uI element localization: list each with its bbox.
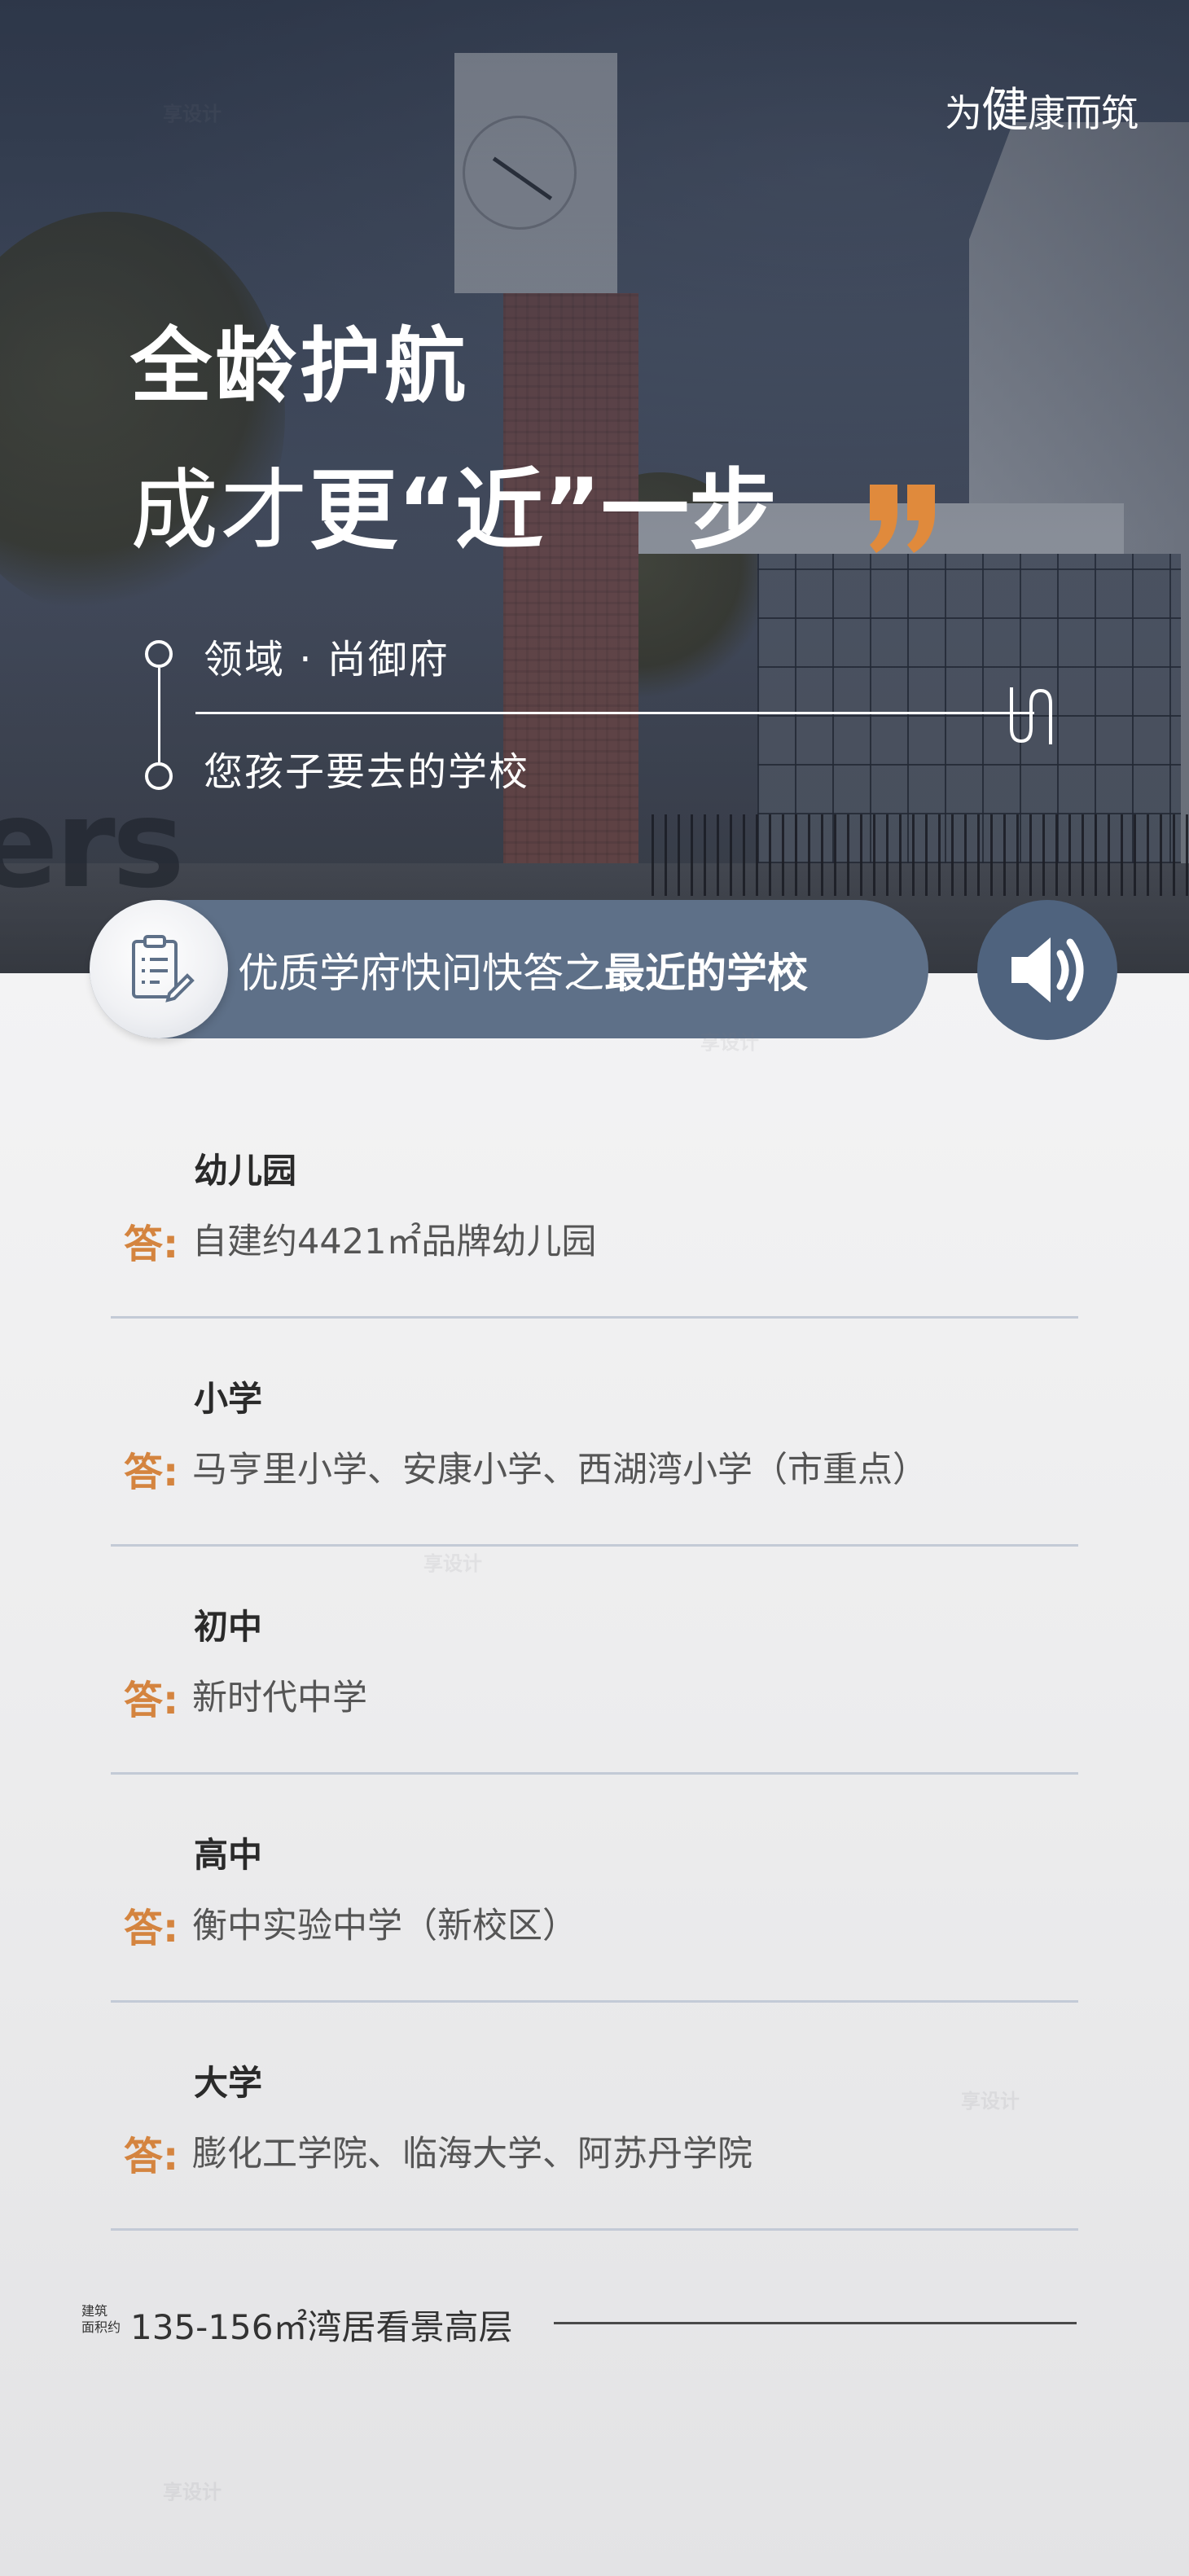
banner-title: 优质学府快问快答之最近的学校 (238, 950, 808, 997)
answer-high: 衡中实验中学（新校区） (192, 1906, 577, 1946)
headline-line1: 全龄护航 (130, 318, 469, 414)
footer-line (554, 2322, 1077, 2324)
speaker-icon[interactable] (995, 918, 1099, 1022)
faq-divider (111, 1772, 1078, 1775)
area-headline: 135-156㎡湾居看景高层 (130, 2307, 513, 2347)
timeline-dot-icon (145, 762, 173, 790)
answer-label: 答: (124, 1906, 179, 1951)
watermark: 享设计 (961, 2090, 1020, 2113)
watermark: 享设计 (163, 2481, 222, 2504)
watermark: 享设计 (163, 103, 222, 125)
answer-middle: 新时代中学 (192, 1678, 367, 1718)
answer-primary: 马亨里小学、安康小学、西湖湾小学（市重点） (192, 1450, 928, 1490)
faq-divider (111, 1316, 1078, 1319)
quote-mark-icon (870, 485, 935, 553)
headline-line2-bold: 更“近”一步 (309, 460, 777, 562)
question-middle: 初中 (194, 1607, 263, 1647)
watermark: 享设计 (423, 1552, 482, 1575)
project-name: 领域 · 尚御府 (204, 637, 450, 682)
divider-line (195, 712, 1034, 714)
answer-label: 答: (124, 1222, 179, 1267)
faq-divider (111, 2000, 1078, 2003)
answer-label: 答: (124, 1450, 179, 1495)
answer-kindergarten: 自建约4421㎡品牌幼儿园 (192, 1222, 597, 1262)
squiggle-icon (1010, 687, 1052, 744)
question-kindergarten: 幼儿园 (194, 1151, 297, 1191)
timeline-line (158, 668, 160, 762)
area-label: 建筑 面积约 (81, 2303, 121, 2335)
faq-divider (111, 2228, 1078, 2231)
timeline-dot-icon (145, 640, 173, 668)
question-university: 大学 (194, 2063, 263, 2103)
question-primary: 小学 (194, 1379, 263, 1419)
answer-university: 膨化工学院、临海大学、阿苏丹学院 (192, 2134, 752, 2174)
answer-label: 答: (124, 1678, 179, 1723)
watermark: 享设计 (700, 1031, 759, 1054)
tagline: 您孩子要去的学校 (204, 749, 530, 795)
brand-slogan: 为健康而筑 (945, 82, 1139, 138)
headline-line2-thin: 成才 (130, 460, 310, 562)
clipboard-icon (132, 935, 195, 1003)
headline-line2: 成才更“近”一步 (130, 440, 777, 567)
faq-divider (111, 1544, 1078, 1547)
answer-label: 答: (124, 2134, 179, 2179)
question-high: 高中 (194, 1835, 263, 1875)
poster: ers 为健康而筑 全龄护航 成才更“近”一步 领域 · 尚御府 您孩子要去的学… (0, 0, 1189, 2576)
